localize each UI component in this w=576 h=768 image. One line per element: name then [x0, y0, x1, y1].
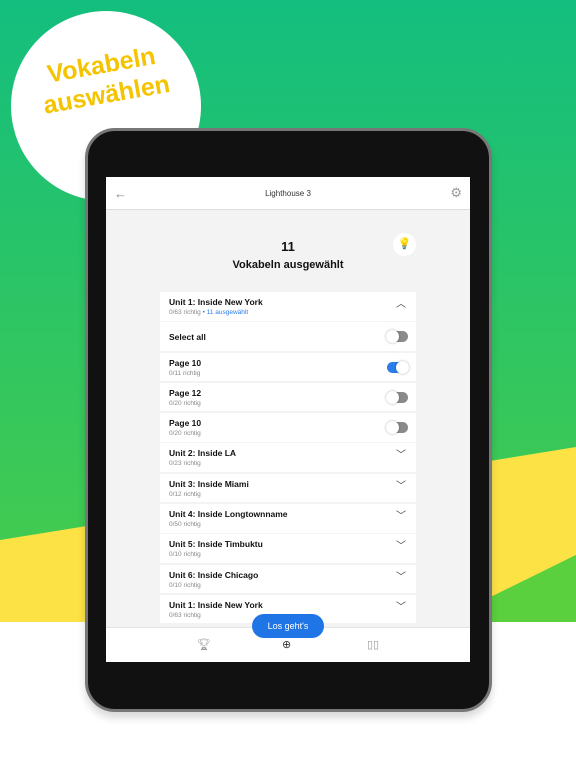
lightbulb-icon[interactable]: 💡	[393, 233, 416, 256]
start-button[interactable]: Los geht's	[252, 614, 324, 638]
unit-title: Unit 2: Inside LA	[169, 448, 237, 459]
book-icon[interactable]: ▯▯	[367, 640, 379, 651]
gear-icon[interactable]: ⚙	[450, 186, 462, 199]
page-title: Page 10	[169, 418, 202, 429]
unit-row[interactable]: Unit 4: Inside Longtownname 0/50 richtig ﹀	[160, 504, 416, 533]
page-toggle[interactable]	[386, 421, 408, 435]
chevron-down-icon[interactable]: ﹀	[396, 451, 406, 461]
chevron-up-icon[interactable]: ︿	[396, 300, 406, 310]
unit-title: Unit 1: Inside New York	[169, 599, 263, 610]
page-progress: 0/11 richtig	[169, 369, 201, 377]
plus-circle-icon[interactable]: ⊕	[282, 640, 291, 651]
page-row: Page 12 0/20 richtig	[160, 382, 416, 412]
top-bar: ← Lighthouse 3 ⚙	[106, 177, 470, 210]
separator: •	[202, 309, 205, 316]
select-all-row: Select all	[160, 322, 416, 351]
page-progress: 0/20 richtig	[169, 430, 201, 438]
unit-progress: 0/12 richtig	[169, 490, 201, 498]
unit-title: Unit 4: Inside Longtownname	[169, 509, 288, 520]
chevron-down-icon[interactable]: ﹀	[396, 542, 406, 552]
unit-title: Unit 6: Inside Chicago	[169, 569, 259, 580]
unit-progress: 0/63 richtig • 11 ausgewählt	[169, 309, 248, 316]
chevron-down-icon[interactable]: ﹀	[396, 512, 406, 522]
unit-row[interactable]: Unit 3: Inside Miami 0/12 richtig ﹀	[160, 473, 416, 503]
page-toggle[interactable]	[387, 360, 409, 374]
chevron-down-icon[interactable]: ﹀	[396, 481, 406, 492]
unit-progress: 0/23 richtig	[169, 460, 201, 468]
selected-label: Vokabeln ausgewählt	[232, 259, 344, 271]
page-title: Lighthouse 3	[265, 189, 311, 198]
page-progress: 0/20 richtig	[169, 399, 201, 407]
unit-row-expanded[interactable]: Unit 1: Inside New York 0/63 richtig • 1…	[160, 292, 416, 321]
progress-text: 0/63 richtig	[169, 309, 201, 316]
unit-title: Unit 5: Inside Timbuktu	[169, 539, 263, 550]
unit-title: Unit 3: Inside Miami	[169, 478, 249, 489]
trophy-icon[interactable]: 🏆︎	[197, 640, 211, 651]
select-all-label: Select all	[169, 332, 206, 343]
page-title: Page 12	[169, 387, 202, 398]
unit-row[interactable]: Unit 6: Inside Chicago 0/10 richtig ﹀	[160, 564, 416, 594]
unit-title: Unit 1: Inside New York	[169, 297, 263, 307]
page-row: Page 10 0/11 richtig	[160, 352, 416, 382]
app-screen: ← Lighthouse 3 ⚙ 11 Vokabeln ausgewählt …	[106, 177, 470, 662]
unit-row[interactable]: Unit 5: Inside Timbuktu 0/10 richtig ﹀	[160, 534, 416, 563]
selected-count-text: 11 ausgewählt	[206, 309, 249, 316]
page-title: Page 10	[169, 357, 202, 368]
unit-progress: 0/10 richtig	[169, 581, 201, 589]
page-row: Page 10 0/20 richtig	[160, 413, 416, 442]
page-toggle[interactable]	[386, 390, 408, 404]
chevron-down-icon[interactable]: ﹀	[396, 602, 406, 613]
unit-list: Unit 1: Inside New York 0/63 richtig • 1…	[160, 292, 416, 625]
unit-progress: 0/10 richtig	[169, 551, 201, 559]
unit-progress: 0/50 richtig	[169, 521, 201, 529]
unit-row[interactable]: Unit 2: Inside LA 0/23 richtig ﹀	[160, 443, 416, 472]
chevron-down-icon[interactable]: ﹀	[396, 572, 406, 583]
unit-progress: 0/63 richtig	[169, 611, 201, 619]
select-all-toggle[interactable]	[386, 330, 408, 344]
